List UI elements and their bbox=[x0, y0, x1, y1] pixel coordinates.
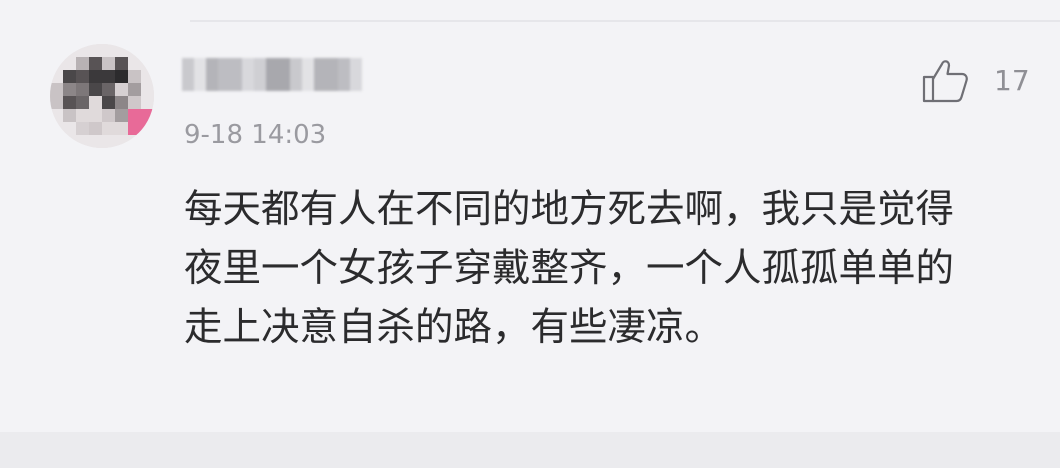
like-button[interactable]: 17 bbox=[920, 56, 1030, 104]
avatar[interactable] bbox=[50, 44, 154, 148]
like-count: 17 bbox=[994, 63, 1030, 97]
comment-line: 夜里一个女孩子穿戴整齐，一个人孤孤单单的 bbox=[184, 246, 955, 291]
username-blurred[interactable] bbox=[182, 58, 362, 92]
comment-line: 走上决意自杀的路，有些凄凉。 bbox=[184, 305, 724, 350]
comment-body: 每天都有人在不同的地方死去啊，我只是觉得 夜里一个女孩子穿戴整齐，一个人孤孤单单… bbox=[184, 180, 1044, 357]
divider bbox=[190, 20, 1060, 22]
next-item-edge bbox=[0, 432, 1060, 468]
comment-line: 每天都有人在不同的地方死去啊，我只是觉得 bbox=[184, 187, 955, 232]
comment-timestamp: 9-18 14:03 bbox=[184, 120, 327, 150]
comment-item: 9-18 14:03 17 每天都有人在不同的地方死去啊，我只是觉得 夜里一个女… bbox=[0, 0, 1060, 430]
thumbs-up-icon bbox=[922, 60, 968, 103]
